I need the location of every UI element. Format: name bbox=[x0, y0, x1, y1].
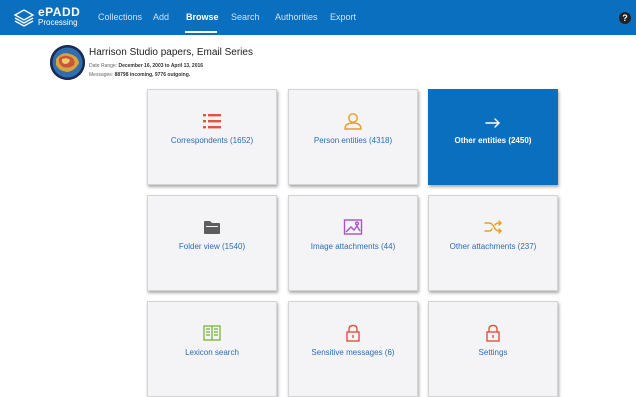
card-settings[interactable]: Settings bbox=[428, 301, 558, 397]
folder-icon bbox=[204, 221, 220, 234]
nav-browse[interactable]: Browse bbox=[186, 11, 219, 23]
image-icon bbox=[343, 219, 363, 235]
nav-export[interactable]: Export bbox=[330, 11, 356, 23]
list-icon bbox=[203, 114, 221, 129]
lock-icon bbox=[486, 324, 500, 342]
person-icon bbox=[344, 113, 362, 130]
nav-add[interactable]: Add bbox=[153, 11, 169, 23]
card-label: Other attachments (237) bbox=[449, 242, 537, 251]
card-image-attachments[interactable]: Image attachments (44) bbox=[288, 195, 418, 291]
collection-avatar bbox=[50, 45, 85, 80]
date-range: Date Range: December 16, 2003 to April 1… bbox=[89, 63, 203, 69]
card-other-entities[interactable]: Other entities (2450) bbox=[428, 89, 558, 185]
date-range-value: December 16, 2003 to April 13, 2016 bbox=[118, 63, 204, 69]
card-other-attachments[interactable]: Other attachments (237) bbox=[428, 195, 558, 291]
book-icon bbox=[203, 325, 221, 341]
card-label: Sensitive messages (6) bbox=[311, 348, 395, 357]
card-label: Person entities (4318) bbox=[313, 136, 393, 145]
brand-logo[interactable]: ePADD Processing bbox=[13, 6, 85, 30]
card-label: Image attachments (44) bbox=[310, 242, 396, 251]
date-range-label: Date Range: bbox=[89, 63, 118, 69]
card-person-entities[interactable]: Person entities (4318) bbox=[288, 89, 418, 185]
card-label: Correspondents (1652) bbox=[170, 136, 254, 145]
card-label: Settings bbox=[478, 348, 508, 357]
nav-search[interactable]: Search bbox=[231, 11, 260, 23]
nav-collections[interactable]: Collections bbox=[98, 11, 142, 23]
help-icon[interactable]: ? bbox=[619, 12, 631, 24]
card-correspondents[interactable]: Correspondents (1652) bbox=[147, 89, 277, 185]
shuffle-icon bbox=[484, 220, 502, 234]
messages-value: 88798 incoming, 9776 outgoing. bbox=[114, 72, 191, 78]
lock-icon bbox=[346, 324, 360, 342]
collection-title: Harrison Studio papers, Email Series bbox=[89, 47, 253, 58]
card-label: Other entities (2450) bbox=[454, 136, 532, 145]
card-label: Lexicon search bbox=[185, 348, 239, 357]
stacked-layers-icon bbox=[13, 9, 35, 27]
active-tab-indicator bbox=[185, 31, 217, 33]
brand-title: ePADD bbox=[38, 5, 81, 19]
collection-image bbox=[50, 45, 85, 80]
card-label: Folder view (1540) bbox=[178, 242, 246, 251]
brand-subtitle: Processing bbox=[38, 18, 78, 27]
top-navbar: ePADD Processing Collections Add Browse … bbox=[0, 0, 636, 35]
arrow-right-icon bbox=[485, 118, 500, 128]
messages-label: Messages: bbox=[89, 72, 114, 78]
message-count: Messages: 88798 incoming, 9776 outgoing. bbox=[89, 72, 190, 78]
nav-authorities[interactable]: Authorities bbox=[275, 11, 318, 23]
card-sensitive-messages[interactable]: Sensitive messages (6) bbox=[288, 301, 418, 397]
card-folder-view[interactable]: Folder view (1540) bbox=[147, 195, 277, 291]
card-lexicon-search[interactable]: Lexicon search bbox=[147, 301, 277, 397]
